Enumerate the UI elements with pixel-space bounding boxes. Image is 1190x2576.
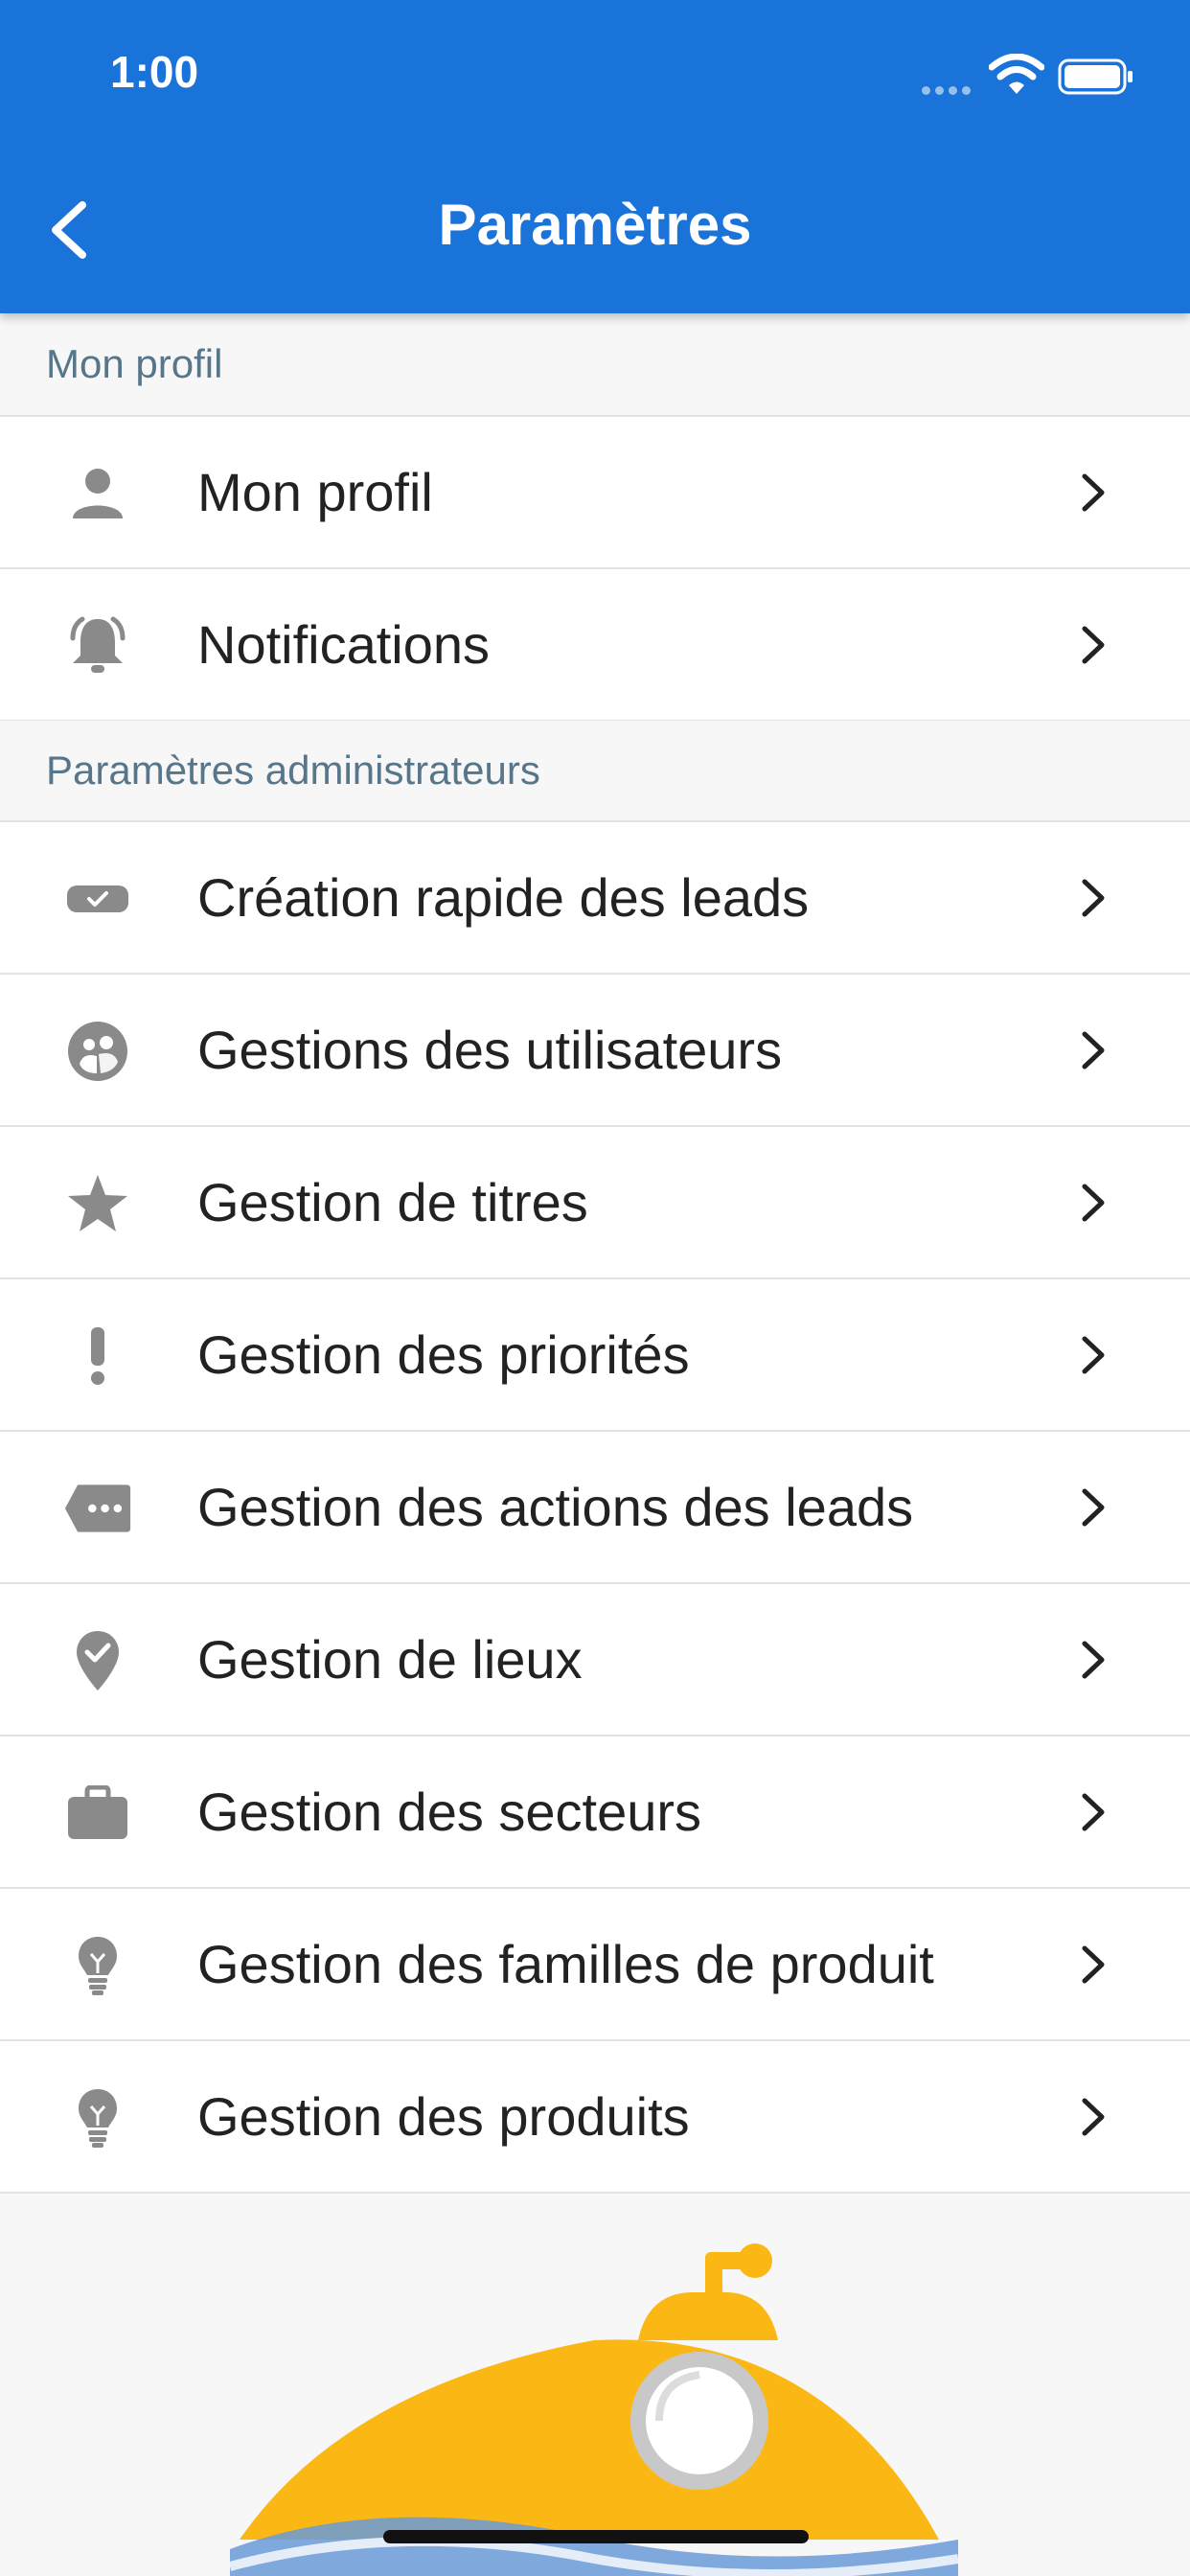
list-item-label: Gestion des actions des leads xyxy=(197,1477,914,1537)
lightbulb-icon xyxy=(63,1935,132,1996)
ticket-check-icon xyxy=(63,868,132,930)
list-item-label: Gestion des priorités xyxy=(197,1324,690,1385)
section-header-admin: Paramètres administrateurs xyxy=(0,721,1190,820)
cellular-signal-icon xyxy=(922,82,977,95)
chevron-right-icon xyxy=(1082,1031,1105,1070)
submarine-logo xyxy=(230,2243,958,2576)
page-title: Paramètres xyxy=(438,193,752,257)
chevron-right-icon xyxy=(1082,879,1105,917)
list-item-label: Création rapide des leads xyxy=(197,867,810,928)
chevron-right-icon xyxy=(1082,1184,1105,1222)
bell-icon xyxy=(63,615,132,677)
chevron-right-icon xyxy=(1082,1945,1105,1984)
list-item-mon-profil[interactable]: Mon profil xyxy=(0,417,1190,569)
list-item-gestion-utilisateurs[interactable]: Gestions des utilisateurs xyxy=(0,975,1190,1127)
list-item-label: Gestion de titres xyxy=(197,1172,588,1232)
users-circle-icon xyxy=(63,1021,132,1082)
list-item-gestion-produits[interactable]: Gestion des produits xyxy=(0,2041,1190,2194)
list-item-label: Gestion de lieux xyxy=(197,1629,583,1690)
exclamation-icon xyxy=(63,1325,132,1387)
section-header-profile: Mon profil xyxy=(0,313,1190,415)
star-icon xyxy=(63,1173,132,1234)
list-item-label: Notifications xyxy=(197,614,491,675)
list-item-label: Mon profil xyxy=(197,462,433,522)
chevron-right-icon xyxy=(1082,1641,1105,1679)
list-item-gestion-secteurs[interactable]: Gestion des secteurs xyxy=(0,1736,1190,1889)
chevron-right-icon xyxy=(1082,1488,1105,1527)
list-item-gestion-actions-leads[interactable]: Gestion des actions des leads xyxy=(0,1432,1190,1584)
list-item-gestion-lieux[interactable]: Gestion de lieux xyxy=(0,1584,1190,1736)
location-check-icon xyxy=(63,1630,132,1691)
status-time: 1:00 xyxy=(110,47,199,97)
list-item-label: Gestion des familles de produit xyxy=(197,1934,934,1994)
battery-icon xyxy=(1058,58,1133,95)
list-item-creation-rapide-leads[interactable]: Création rapide des leads xyxy=(0,822,1190,975)
chevron-right-icon xyxy=(1082,1793,1105,1831)
list-item-label: Gestion des secteurs xyxy=(197,1782,702,1842)
list-item-notifications[interactable]: Notifications xyxy=(0,569,1190,722)
chevron-right-icon xyxy=(1082,2098,1105,2136)
profile-list: Mon profil Notifications xyxy=(0,415,1190,722)
home-indicator xyxy=(383,2530,809,2543)
person-icon xyxy=(63,463,132,524)
list-item-label: Gestion des produits xyxy=(197,2086,690,2147)
briefcase-icon xyxy=(63,1782,132,1844)
list-item-label: Gestions des utilisateurs xyxy=(197,1020,783,1080)
admin-list: Création rapide des leads Gestions des u… xyxy=(0,820,1190,2194)
list-item-gestion-titres[interactable]: Gestion de titres xyxy=(0,1127,1190,1279)
list-item-gestion-priorites[interactable]: Gestion des priorités xyxy=(0,1279,1190,1432)
chevron-right-icon xyxy=(1082,1336,1105,1374)
chevron-right-icon xyxy=(1082,473,1105,512)
chevron-right-icon xyxy=(1082,626,1105,664)
tag-dots-icon xyxy=(63,1478,132,1539)
wifi-icon xyxy=(989,54,1044,94)
list-item-gestion-familles-produit[interactable]: Gestion des familles de produit xyxy=(0,1889,1190,2041)
lightbulb-icon xyxy=(63,2087,132,2149)
app-bar: 1:00 Paramètres xyxy=(0,0,1190,313)
